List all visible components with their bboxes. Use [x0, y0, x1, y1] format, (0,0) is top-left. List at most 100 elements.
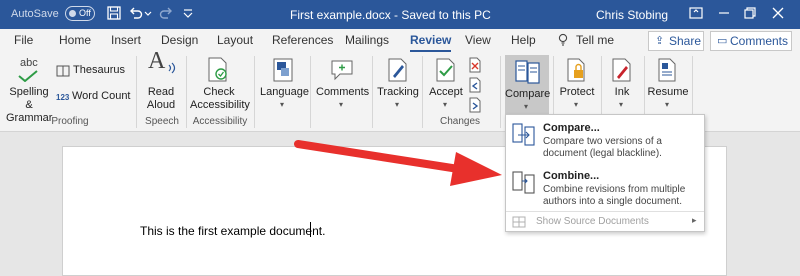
chevron-down-icon: ▾ [665, 100, 670, 109]
share-icon: ⇪ [655, 35, 665, 47]
show-source-documents-item[interactable]: Show Source Documents ▸ [506, 213, 704, 231]
read-aloud-button[interactable]: A Read Aloud [140, 49, 182, 113]
accept-button[interactable]: Accept ▾ [426, 55, 466, 115]
language-icon [273, 58, 293, 82]
compare-dropdown-menu: Compare... Compare two versions of a doc… [505, 114, 705, 232]
language-button[interactable]: Language ▾ [258, 55, 309, 115]
sound-waves-icon [168, 62, 176, 74]
text-cursor [310, 222, 311, 237]
restore-icon[interactable] [742, 5, 758, 21]
title-bar: AutoSave Off First example.docx - Saved … [0, 0, 800, 29]
track-changes-icon [388, 58, 407, 82]
comments-button[interactable]: ▭ Comments [710, 31, 792, 51]
tab-references[interactable]: References [272, 33, 333, 47]
previous-change-icon[interactable] [468, 77, 482, 93]
protect-button[interactable]: Protect ▾ [556, 55, 598, 115]
tab-mailings[interactable]: Mailings [345, 33, 389, 47]
combine-menu-description: Combine revisions from multiple authors … [543, 184, 686, 207]
show-source-documents-label: Show Source Documents [536, 216, 649, 227]
comment-icon: ▭ [717, 35, 728, 47]
compare-menu-title: Compare... [543, 122, 600, 134]
tab-insert[interactable]: Insert [111, 33, 141, 47]
reject-icon[interactable] [468, 57, 482, 73]
compare-icon [515, 60, 540, 84]
undo-dropdown-icon[interactable] [144, 5, 152, 21]
comments-ribbon-button[interactable]: Comments ▾ [314, 55, 370, 115]
compare-versions-icon [512, 123, 535, 146]
user-name[interactable]: Chris Stobing [596, 8, 668, 22]
undo-icon[interactable] [128, 5, 144, 21]
word-count-button[interactable]: 123 Word Count [56, 89, 131, 105]
chevron-down-icon: ▾ [524, 102, 529, 111]
chevron-down-icon: ▾ [574, 100, 579, 109]
ink-label: Ink [614, 86, 630, 98]
tab-home[interactable]: Home [59, 33, 91, 47]
combine-documents-icon [512, 171, 535, 194]
tracking-label: Tracking [377, 86, 419, 98]
thesaurus-icon [56, 65, 70, 77]
group-accessibility: Accessibility [192, 116, 248, 127]
resume-button[interactable]: Resume ▾ [647, 55, 689, 115]
combine-menu-item[interactable]: Combine... Combine revisions from multip… [506, 165, 704, 211]
word-count-icon: 123 [56, 93, 70, 102]
document-text[interactable]: This is the first example document. [140, 224, 325, 238]
separator [254, 56, 255, 128]
chevron-down-icon: ▾ [443, 100, 448, 109]
tab-file[interactable]: File [14, 33, 33, 47]
tab-layout[interactable]: Layout [217, 33, 253, 47]
comments-ribbon-label: Comments [316, 86, 370, 98]
accessibility-icon [208, 57, 227, 82]
share-label: Share [669, 34, 702, 48]
protect-label: Protect [559, 86, 595, 98]
thesaurus-label: Thesaurus [73, 64, 125, 76]
accept-icon [436, 58, 455, 82]
compare-menu-item[interactable]: Compare... Compare two versions of a doc… [506, 117, 704, 163]
compare-label: Compare [505, 88, 551, 100]
minimize-icon[interactable] [716, 5, 732, 21]
save-icon[interactable] [106, 5, 122, 21]
check-accessibility-button[interactable]: Check Accessibility [188, 55, 250, 113]
chevron-down-icon: ▾ [280, 100, 285, 109]
compare-menu-description: Compare two versions of a document (lega… [543, 136, 662, 159]
word-count-label: Word Count [72, 90, 131, 102]
customize-quick-access-icon[interactable] [180, 5, 196, 21]
redo-icon[interactable] [158, 5, 174, 21]
combine-menu-title: Combine... [543, 170, 600, 182]
resume-label: Resume [647, 86, 689, 98]
accept-label: Accept [429, 86, 463, 98]
separator [422, 56, 423, 128]
ribbon-display-options-icon[interactable] [688, 5, 704, 21]
spelling-check-icon [18, 70, 38, 82]
share-button[interactable]: ⇪ Share [648, 31, 704, 51]
autosave-toggle[interactable]: Off [65, 6, 95, 21]
next-change-icon[interactable] [468, 97, 482, 113]
ink-button[interactable]: Ink ▾ [604, 55, 640, 115]
separator [310, 56, 311, 128]
source-documents-icon [512, 216, 526, 228]
annotation-arrow [294, 140, 502, 186]
language-label: Language [260, 86, 309, 98]
tab-help[interactable]: Help [511, 33, 536, 47]
lightbulb-icon [558, 33, 568, 46]
group-proofing: Proofing [51, 116, 89, 127]
thesaurus-button[interactable]: Thesaurus [56, 63, 125, 79]
menu-separator [506, 211, 704, 212]
separator [186, 56, 187, 128]
resume-icon [658, 58, 676, 82]
tracking-button[interactable]: Tracking ▾ [376, 55, 420, 115]
read-aloud-label: Read Aloud [146, 86, 176, 111]
compare-button[interactable]: Compare ▾ [505, 55, 551, 123]
tab-review[interactable]: Review [410, 33, 452, 52]
close-icon[interactable] [770, 5, 786, 21]
tab-view[interactable]: View [465, 33, 491, 47]
separator [136, 56, 137, 128]
new-comment-icon [331, 60, 353, 81]
comments-button-label: Comments [730, 34, 789, 48]
autosave-label: AutoSave [11, 8, 59, 20]
chevron-down-icon: ▾ [619, 100, 624, 109]
chevron-right-icon: ▸ [692, 215, 697, 225]
spelling-grammar-button[interactable]: abc Spelling & Grammar [2, 55, 54, 124]
ink-icon [612, 58, 631, 82]
tab-design[interactable]: Design [161, 33, 198, 47]
tell-me-search[interactable]: Tell me [576, 33, 614, 47]
